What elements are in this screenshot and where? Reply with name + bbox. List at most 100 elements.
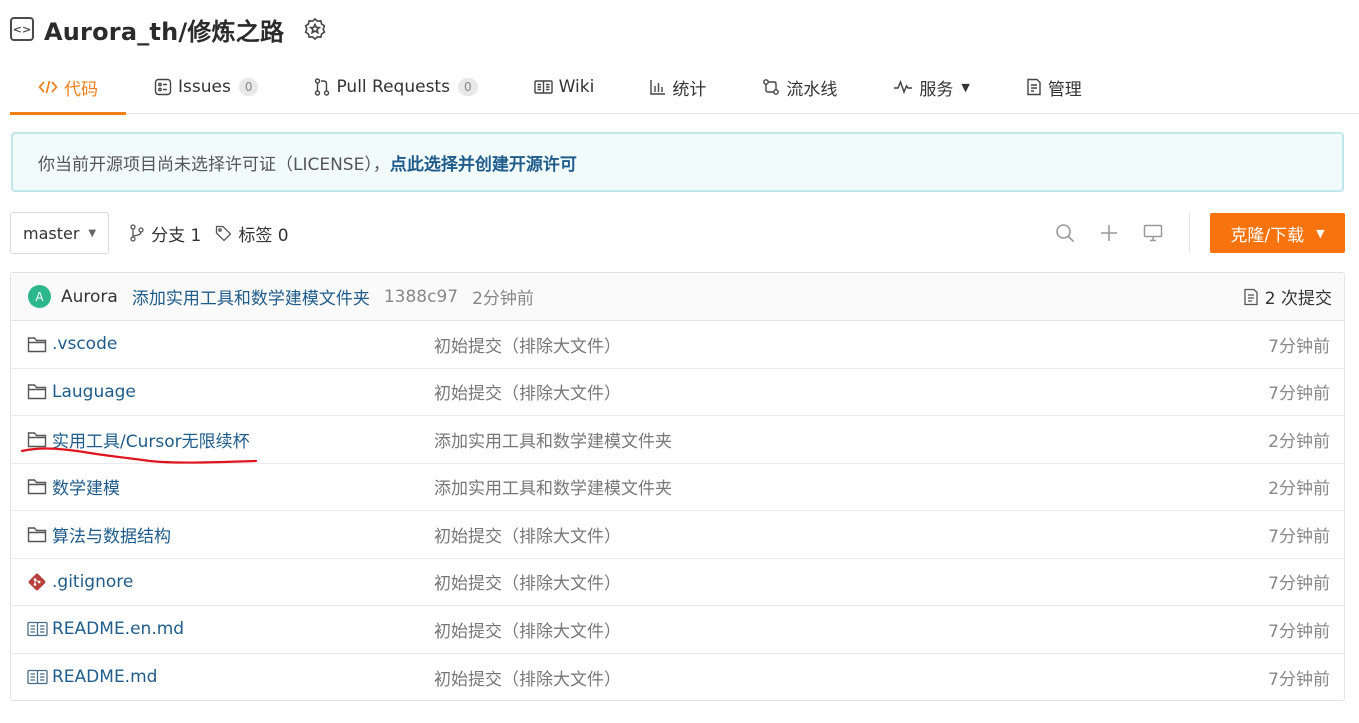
file-row[interactable]: 算法与数据结构 初始提交（排除大文件） 7分钟前 — [11, 511, 1344, 559]
add-file-button[interactable] — [1087, 212, 1131, 254]
tab-wiki[interactable]: Wiki — [506, 60, 623, 114]
file-commit-time: 7分钟前 — [1268, 526, 1330, 547]
avatar[interactable]: A — [28, 285, 51, 308]
file-commit-time: 7分钟前 — [1268, 384, 1330, 405]
file-commit-message[interactable]: 添加实用工具和数学建模文件夹 — [434, 474, 672, 499]
file-commit-time: 7分钟前 — [1268, 669, 1330, 690]
file-row[interactable]: .gitignore 初始提交（排除大文件） 7分钟前 — [11, 559, 1344, 606]
file-commit-message[interactable]: 初始提交（排除大文件） — [434, 569, 621, 594]
file-name-link[interactable]: 实用工具/Cursor无限续杯 — [52, 427, 434, 452]
code-icon — [38, 79, 58, 95]
tab-issues[interactable]: Issues 0 — [126, 60, 286, 114]
commit-message-link[interactable]: 添加实用工具和数学建模文件夹 — [132, 284, 370, 309]
repo-header: <> Aurora_th/修炼之路 — [10, 12, 328, 46]
file-commit-message[interactable]: 初始提交（排除大文件） — [434, 665, 621, 690]
license-notice-text: 你当前开源项目尚未选择许可证（LICENSE）， — [38, 154, 390, 175]
repo-tabs: 代码 Issues 0 Pull Requests 0 Wiki 统计 流水线 — [10, 60, 1359, 115]
tags-link[interactable]: 标签 0 — [215, 221, 289, 246]
web-ide-button[interactable] — [1131, 212, 1175, 254]
readme-icon — [27, 667, 49, 687]
tab-label: 代码 — [64, 79, 98, 100]
branch-select-value: master — [23, 223, 80, 243]
file-name-link[interactable]: 数学建模 — [52, 474, 434, 499]
file-commit-time: 7分钟前 — [1268, 621, 1330, 642]
latest-commit-bar: A Aurora 添加实用工具和数学建模文件夹 1388c97 2分钟前 2 次… — [11, 273, 1344, 321]
branches-link[interactable]: 分支 1 — [129, 221, 201, 246]
issues-count-badge: 0 — [238, 78, 259, 96]
caret-down-icon: ▼ — [88, 227, 97, 239]
branch-select[interactable]: master ▼ — [10, 212, 110, 254]
file-name-link[interactable]: Lauguage — [52, 382, 434, 402]
file-row[interactable]: README.md 初始提交（排除大文件） 7分钟前 — [11, 654, 1344, 702]
branch-icon — [130, 224, 144, 242]
repo-title[interactable]: Aurora_th/修炼之路 — [44, 12, 284, 47]
tab-label: Wiki — [558, 77, 595, 97]
file-commit-message[interactable]: 初始提交（排除大文件） — [434, 332, 621, 357]
plus-icon — [1101, 225, 1117, 241]
folder-icon — [27, 334, 49, 354]
document-icon — [1026, 78, 1042, 96]
file-row[interactable]: Lauguage 初始提交（排除大文件） 7分钟前 — [11, 369, 1344, 416]
branches-label: 分支 1 — [151, 225, 202, 246]
tab-pipeline[interactable]: 流水线 — [734, 60, 865, 114]
create-license-link[interactable]: 点此选择并创建开源许可 — [390, 150, 577, 175]
pulse-icon — [893, 80, 913, 94]
search-icon — [1056, 224, 1075, 243]
tab-label: Issues — [178, 77, 231, 97]
file-row[interactable]: .vscode 初始提交（排除大文件） 7分钟前 — [11, 321, 1344, 369]
tags-label: 标签 0 — [238, 225, 289, 246]
file-table: A Aurora 添加实用工具和数学建模文件夹 1388c97 2分钟前 2 次… — [10, 272, 1345, 701]
file-commit-message[interactable]: 初始提交（排除大文件） — [434, 522, 621, 547]
folder-icon — [27, 477, 49, 497]
bar-chart-icon — [650, 79, 666, 95]
clone-download-label: 克隆/下载 — [1230, 225, 1305, 246]
commit-author[interactable]: Aurora — [61, 287, 118, 307]
repo-code-icon: <> — [10, 17, 34, 41]
folder-icon — [27, 429, 49, 449]
file-commit-message[interactable]: 初始提交（排除大文件） — [434, 379, 621, 404]
file-name-link[interactable]: README.en.md — [52, 619, 434, 639]
file-commit-message[interactable]: 添加实用工具和数学建模文件夹 — [434, 427, 672, 452]
clone-download-button[interactable]: 克隆/下载 ▼ — [1210, 213, 1345, 253]
tab-label: 服务 — [919, 79, 954, 100]
search-button[interactable] — [1043, 212, 1087, 254]
file-name-link[interactable]: README.md — [52, 667, 434, 687]
pipeline-icon — [762, 78, 780, 96]
chevron-down-icon: ▼ — [961, 80, 970, 94]
tab-code[interactable]: 代码 — [10, 60, 126, 115]
tab-manage[interactable]: 管理 — [998, 60, 1110, 114]
readme-icon — [27, 619, 49, 639]
folder-icon — [27, 524, 49, 544]
commit-count-label: 2 次提交 — [1264, 289, 1332, 309]
commit-sha[interactable]: 1388c97 — [384, 287, 458, 307]
file-name-link[interactable]: 算法与数据结构 — [52, 522, 434, 547]
file-row[interactable]: 实用工具/Cursor无限续杯 添加实用工具和数学建模文件夹 2分钟前 — [11, 416, 1344, 464]
file-commit-time: 2分钟前 — [1268, 431, 1330, 452]
file-name-link[interactable]: .vscode — [52, 334, 434, 354]
tab-label: Pull Requests — [336, 77, 450, 97]
toolbar-actions: 克隆/下载 ▼ — [1043, 212, 1345, 254]
file-name-link[interactable]: .gitignore — [52, 572, 434, 592]
commit-count-link[interactable]: 2 次提交 — [1243, 284, 1332, 309]
tab-label: 统计 — [672, 79, 707, 100]
issues-icon — [154, 78, 172, 96]
tab-stats[interactable]: 统计 — [622, 60, 734, 114]
file-commit-time: 7分钟前 — [1268, 336, 1330, 357]
branch-toolbar: master ▼ 分支 1 标签 0 克隆/下载 ▼ — [10, 212, 1345, 254]
file-row[interactable]: README.en.md 初始提交（排除大文件） 7分钟前 — [11, 606, 1344, 654]
file-commit-time: 7分钟前 — [1268, 574, 1330, 595]
tab-label: 流水线 — [786, 79, 838, 100]
recommend-badge-icon[interactable] — [302, 16, 328, 42]
folder-icon — [27, 382, 49, 402]
tab-services[interactable]: 服务 ▼ — [865, 60, 997, 114]
tag-icon — [216, 225, 232, 241]
tab-label: 管理 — [1047, 79, 1082, 100]
monitor-icon — [1143, 224, 1163, 242]
file-commit-time: 2分钟前 — [1268, 479, 1330, 500]
tab-pull-requests[interactable]: Pull Requests 0 — [286, 60, 505, 114]
file-commit-message[interactable]: 初始提交（排除大文件） — [434, 617, 621, 642]
caret-down-icon: ▼ — [1316, 226, 1325, 240]
license-notice: 你当前开源项目尚未选择许可证（LICENSE）， 点此选择并创建开源许可 — [11, 132, 1344, 192]
file-row[interactable]: 数学建模 添加实用工具和数学建模文件夹 2分钟前 — [11, 464, 1344, 511]
pull-requests-count-badge: 0 — [457, 78, 478, 96]
